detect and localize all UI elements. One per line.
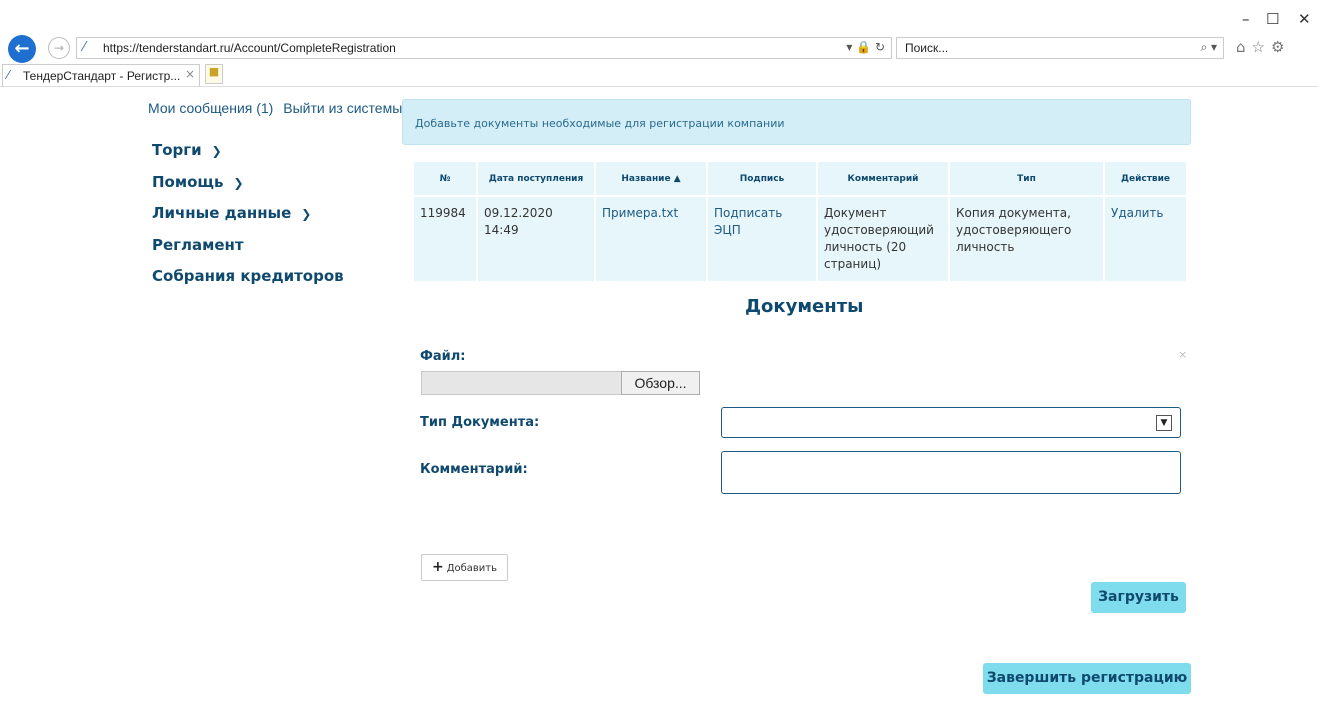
address-bar[interactable]: ⁄ https://tenderstandart.ru/Account/Comp… [76, 37, 892, 59]
chevron-down-icon: ▼ [1156, 415, 1172, 431]
table-header-row: № Дата поступления Название ▲ Подпись Ко… [414, 162, 1188, 195]
sidebar-item-label: Собрания кредиторов [152, 267, 344, 285]
cell-num: 119984 [414, 195, 478, 281]
forward-button[interactable]: → [48, 37, 70, 59]
col-action: Действие [1105, 162, 1188, 195]
sidebar-item-help[interactable]: Помощь ❯ [152, 173, 244, 191]
sidebar-item-label: Торги [152, 141, 202, 159]
col-date: Дата поступления [478, 162, 596, 195]
tab-title: ТендерСтандарт - Регистр... [23, 69, 181, 83]
messages-link[interactable]: Мои сообщения (1) [148, 100, 273, 116]
col-num: № [414, 162, 478, 195]
file-path-field[interactable] [421, 371, 622, 395]
alert-text: Добавьте документы необходимые для регис… [415, 117, 785, 130]
tab-close-icon[interactable]: × [185, 67, 195, 81]
url-text: https://tenderstandart.ru/Account/Comple… [103, 41, 396, 55]
tab-logo-icon: ⁄ [7, 68, 10, 82]
toolbar-icons: ⌂☆⚙ [1236, 38, 1291, 56]
col-comment: Комментарий [818, 162, 950, 195]
delete-link[interactable]: Удалить [1105, 195, 1188, 281]
cell-type: Копия документа, удостоверяющего личност… [950, 195, 1105, 281]
sidebar-top-links: Мои сообщения (1) Выйти из системы [148, 100, 408, 116]
documents-table: № Дата поступления Название ▲ Подпись Ко… [414, 162, 1188, 281]
sidebar-item-torgi[interactable]: Торги ❯ [152, 141, 222, 159]
chevron-down-icon: ❯ [211, 144, 222, 158]
sidebar-item-personal[interactable]: Личные данные ❯ [152, 204, 311, 222]
close-icon[interactable]: × [1178, 348, 1187, 361]
chrome-divider [0, 86, 1318, 87]
browse-button[interactable]: Обзор... [621, 371, 700, 395]
col-sign: Подпись [708, 162, 818, 195]
close-window-icon[interactable]: ✕ [1298, 10, 1311, 28]
comment-label: Комментарий: [420, 462, 528, 477]
browser-tab[interactable]: ⁄ ТендерСтандарт - Регистр... × [2, 64, 200, 86]
info-alert: Добавьте документы необходимые для регис… [402, 99, 1191, 145]
search-placeholder: Поиск... [905, 41, 949, 55]
search-input[interactable]: Поиск... ⌕ ▾ [896, 37, 1224, 59]
new-tab-icon[interactable]: ■ [205, 64, 223, 84]
upload-button[interactable]: Загрузить [1091, 582, 1186, 613]
cell-comment: Документ удостоверяющий личность (20 стр… [818, 195, 950, 281]
file-name-link[interactable]: Примера.txt [596, 195, 708, 281]
add-button[interactable]: + Добавить [421, 554, 508, 581]
comment-field[interactable] [721, 451, 1181, 494]
minimize-icon[interactable]: – [1242, 10, 1250, 28]
col-type: Тип [950, 162, 1105, 195]
plus-icon: + [431, 559, 444, 575]
sidebar-item-creditors[interactable]: Собрания кредиторов [152, 267, 344, 285]
finish-registration-button[interactable]: Завершить регистрацию [983, 663, 1191, 694]
file-label: Файл: [420, 349, 466, 364]
sidebar-item-label: Личные данные [152, 204, 292, 222]
doctype-label: Тип Документа: [420, 415, 540, 430]
page-title: Документы [745, 296, 864, 317]
sidebar-item-reglament[interactable]: Регламент [152, 236, 244, 254]
back-button[interactable]: ← [8, 35, 36, 63]
maximize-icon[interactable]: ☐ [1266, 10, 1279, 28]
logout-link[interactable]: Выйти из системы [283, 100, 402, 116]
sign-link[interactable]: Подписать ЭЦП [708, 195, 818, 281]
sidebar-item-label: Регламент [152, 236, 244, 254]
doctype-select[interactable]: ▼ [721, 407, 1181, 438]
cell-date: 09.12.2020 14:49 [478, 195, 596, 281]
site-logo-icon: ⁄ [83, 40, 86, 55]
add-button-label: Добавить [446, 563, 498, 574]
search-icon[interactable]: ⌕ ▾ [1200, 40, 1217, 55]
lock-icon: ▾ 🔒 ↻ [846, 40, 885, 54]
sidebar-item-label: Помощь [152, 173, 224, 191]
browser-chrome: – ☐ ✕ ← → ⁄ https://tenderstandart.ru/Ac… [0, 0, 1318, 92]
table-row: 119984 09.12.2020 14:49 Примера.txt Подп… [414, 195, 1188, 281]
chevron-down-icon: ❯ [233, 176, 244, 190]
col-name[interactable]: Название ▲ [596, 162, 708, 195]
chevron-down-icon: ❯ [301, 207, 312, 221]
